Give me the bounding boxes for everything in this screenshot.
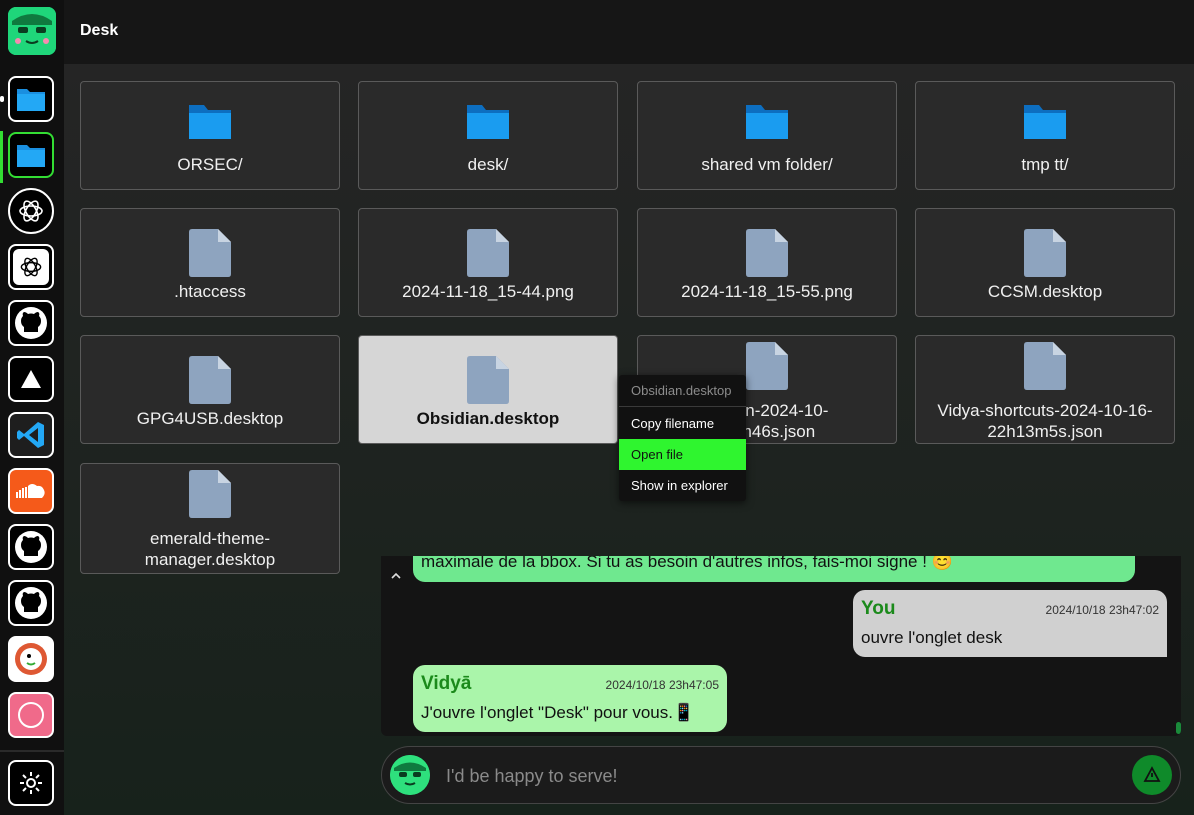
gear-icon[interactable] (8, 760, 54, 806)
file-tile-selected[interactable]: Obsidian.desktop (358, 335, 618, 444)
scrollbar-thumb[interactable] (1176, 722, 1181, 734)
menu-divider (619, 406, 746, 407)
file-label: emerald-theme-manager.desktop (144, 529, 276, 569)
message-timestamp: 2024/10/18 23h47:02 (1045, 603, 1159, 617)
file-label: 2024-11-18_15-55.png (681, 282, 853, 301)
file-label: GPG4USB.desktop (136, 409, 284, 428)
file-tile[interactable]: GPG4USB.desktop (80, 335, 340, 444)
app-dock (0, 0, 64, 815)
chevron-up-icon[interactable] (381, 556, 411, 596)
file-icon (1024, 229, 1066, 277)
folder-tile[interactable]: ORSEC/ (80, 81, 340, 190)
context-menu: Obsidian.desktop Copy filename Open file… (619, 375, 746, 501)
file-tile[interactable]: emerald-theme-manager.desktop (80, 463, 340, 574)
github-icon[interactable] (8, 580, 54, 626)
chatgpt-alt-icon[interactable] (8, 244, 54, 290)
context-menu-header: Obsidian.desktop (631, 383, 732, 398)
file-icon (1024, 342, 1066, 390)
send-icon (1143, 766, 1161, 782)
page-title: Desk (80, 22, 119, 39)
file-icon (746, 229, 788, 277)
file-icon (189, 470, 231, 518)
soundcloud-icon[interactable] (8, 468, 54, 514)
file-label: Obsidian.desktop (416, 409, 560, 428)
file-label: ORSEC/ (177, 155, 243, 174)
file-label: .htaccess (174, 282, 246, 301)
file-tile[interactable]: CCSM.desktop (915, 208, 1175, 317)
duckduckgo-icon[interactable] (8, 636, 54, 682)
menu-item-open-file[interactable]: Open file (619, 439, 746, 470)
message-timestamp: 2024/10/18 23h47:05 (605, 678, 719, 692)
chat-input-bar (381, 746, 1181, 804)
file-label: CCSM.desktop (987, 282, 1103, 301)
folder-icon (746, 105, 788, 139)
file-label: Vidya-shortcuts-2024-10-16- 22h13m5s.json (937, 401, 1153, 441)
file-label: desk/ (467, 155, 509, 174)
file-tile[interactable]: .htaccess (80, 208, 340, 317)
file-label: shared vm folder/ (701, 155, 833, 174)
active-indicator (0, 96, 4, 102)
file-tile[interactable]: 2024-11-18_15-44.png (358, 208, 618, 317)
files-folder-icon[interactable] (8, 76, 54, 122)
folder-icon (467, 105, 509, 139)
vercel-icon[interactable] (8, 356, 54, 402)
chatgpt-icon[interactable] (8, 188, 54, 234)
vscode-icon[interactable] (8, 412, 54, 458)
message-text: ouvre l'onglet desk (861, 628, 1003, 647)
message-author: Vidyā (421, 673, 472, 694)
folder-tile[interactable]: tmp tt/ (915, 81, 1175, 190)
folder-icon (189, 105, 231, 139)
bot-message: Vidyā 2024/10/18 23h47:05 J'ouvre l'ongl… (413, 665, 727, 732)
top-bar: Desk (64, 0, 1194, 64)
menu-item-copy-filename[interactable]: Copy filename (619, 408, 746, 439)
file-label: 2024-11-18_15-44.png (402, 282, 574, 301)
folder-tile[interactable]: shared vm folder/ (637, 81, 897, 190)
file-icon (467, 229, 509, 277)
file-icon (189, 356, 231, 404)
focus-indicator (0, 131, 3, 183)
assistant-avatar (390, 755, 430, 795)
file-icon (467, 356, 509, 404)
file-icon (189, 229, 231, 277)
message-text: J'ouvre l'onglet "Desk" pour vous.📱 (421, 703, 695, 722)
folder-tile[interactable]: desk/ (358, 81, 618, 190)
file-label: tmp tt/ (1021, 155, 1069, 174)
dock-separator (0, 750, 64, 752)
assistant-logo-icon[interactable] (8, 7, 56, 55)
github-icon[interactable] (8, 300, 54, 346)
circle-app-icon[interactable] (8, 692, 54, 738)
bot-message-previous: maximale de la bbox. Si tu as besoin d'a… (413, 556, 1135, 582)
user-message: You 2024/10/18 23h47:02 ouvre l'onglet d… (853, 590, 1167, 657)
message-author: You (861, 598, 896, 619)
chat-input[interactable] (444, 761, 1108, 791)
desk-folder-icon[interactable] (8, 132, 54, 178)
file-tile[interactable]: Vidya-shortcuts-2024-10-16- 22h13m5s.json (915, 335, 1175, 444)
file-tile[interactable]: 2024-11-18_15-55.png (637, 208, 897, 317)
folder-icon (1024, 105, 1066, 139)
file-icon (746, 342, 788, 390)
menu-item-show-in-explorer[interactable]: Show in explorer (619, 470, 746, 501)
send-button[interactable] (1132, 755, 1172, 795)
github-icon[interactable] (8, 524, 54, 570)
chat-panel: maximale de la bbox. Si tu as besoin d'a… (381, 556, 1181, 736)
